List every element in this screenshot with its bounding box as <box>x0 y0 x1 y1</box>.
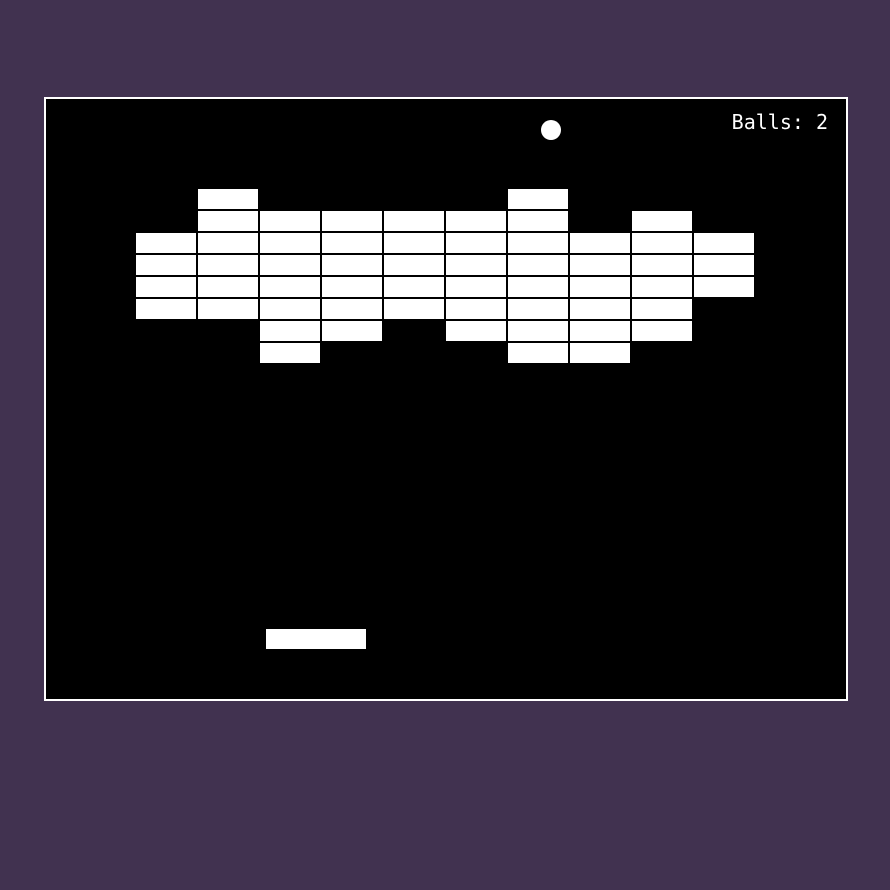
paddle[interactable] <box>266 629 366 649</box>
brick <box>322 299 382 319</box>
brick <box>570 299 630 319</box>
brick <box>384 255 444 275</box>
brick <box>446 299 506 319</box>
brick <box>322 211 382 231</box>
brick <box>570 277 630 297</box>
brick <box>260 343 320 363</box>
brick <box>570 343 630 363</box>
brick <box>384 211 444 231</box>
brick <box>260 211 320 231</box>
brick <box>198 277 258 297</box>
brick <box>570 233 630 253</box>
brick <box>508 299 568 319</box>
brick <box>508 233 568 253</box>
brick <box>632 277 692 297</box>
brick <box>446 321 506 341</box>
brick <box>508 277 568 297</box>
brick <box>384 233 444 253</box>
brick <box>322 321 382 341</box>
brick <box>694 233 754 253</box>
brick <box>198 233 258 253</box>
brick <box>508 211 568 231</box>
brick <box>384 277 444 297</box>
brick <box>446 233 506 253</box>
brick <box>260 277 320 297</box>
brick <box>632 255 692 275</box>
brick <box>508 343 568 363</box>
brick <box>136 255 196 275</box>
ball <box>541 120 561 140</box>
brick <box>260 321 320 341</box>
brick <box>198 189 258 209</box>
brick <box>260 255 320 275</box>
brick <box>570 255 630 275</box>
brick <box>446 277 506 297</box>
brick <box>198 299 258 319</box>
brick <box>322 277 382 297</box>
brick <box>446 255 506 275</box>
brick <box>632 211 692 231</box>
brick <box>136 299 196 319</box>
brick <box>198 255 258 275</box>
brick <box>632 321 692 341</box>
brick <box>632 299 692 319</box>
brick <box>694 255 754 275</box>
brick <box>322 233 382 253</box>
brick <box>136 233 196 253</box>
brick <box>260 299 320 319</box>
brick <box>508 321 568 341</box>
brick <box>260 233 320 253</box>
brick <box>508 255 568 275</box>
brick <box>694 277 754 297</box>
game-board[interactable]: Balls: 2 <box>44 97 848 701</box>
brick <box>508 189 568 209</box>
balls-remaining-counter: Balls: 2 <box>731 110 828 134</box>
brick <box>322 255 382 275</box>
brick <box>198 211 258 231</box>
brick <box>136 277 196 297</box>
brick <box>632 233 692 253</box>
brick <box>384 299 444 319</box>
brick <box>446 211 506 231</box>
brick <box>570 321 630 341</box>
